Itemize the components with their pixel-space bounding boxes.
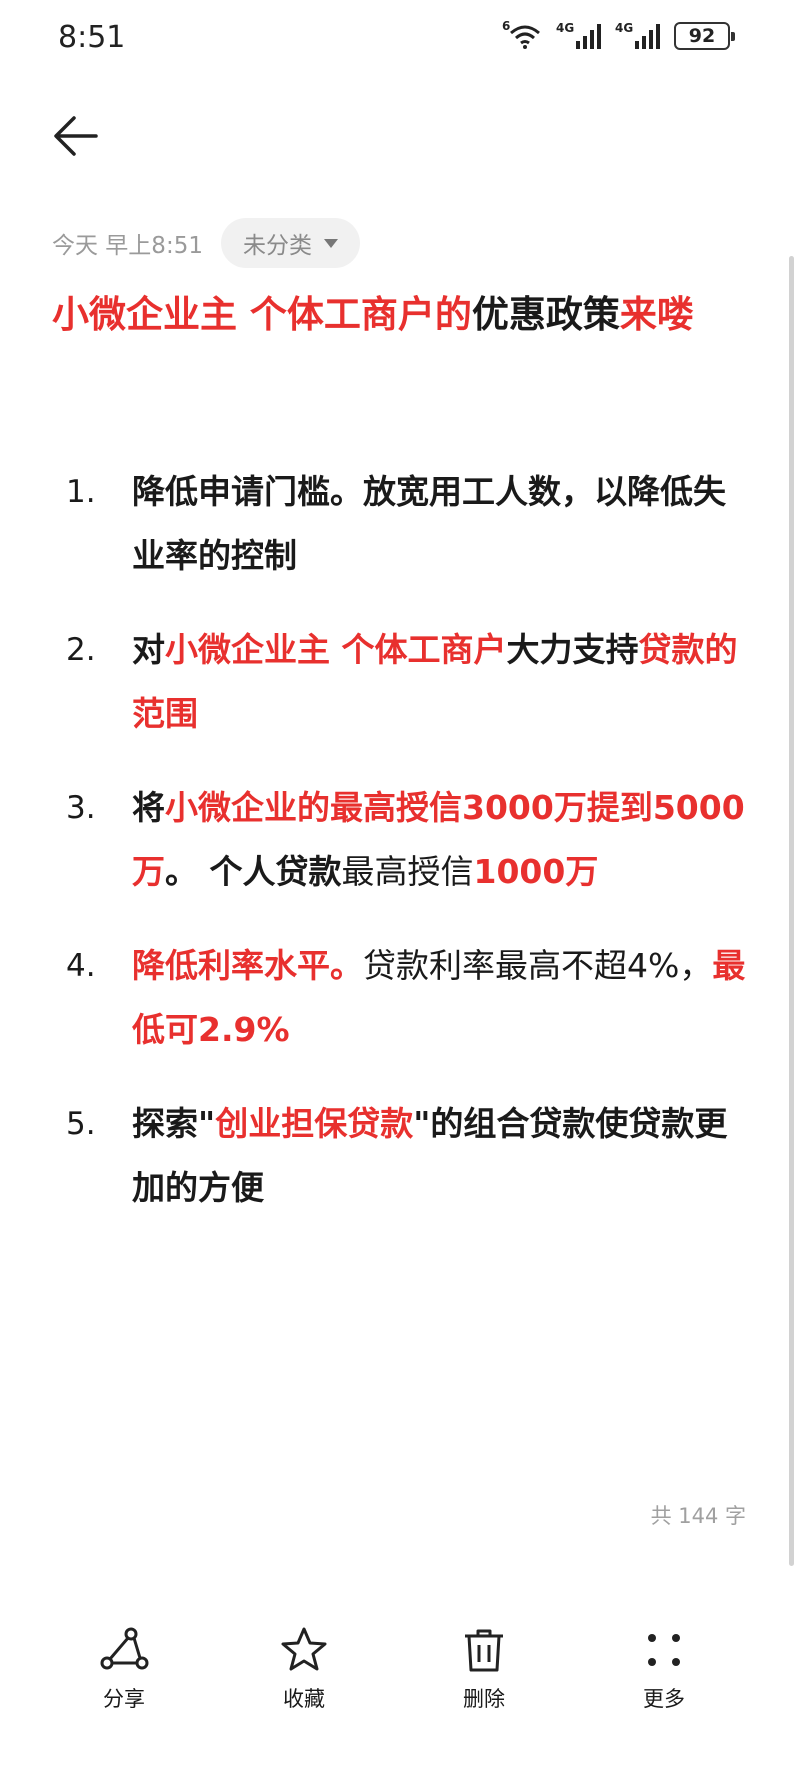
favorite-button[interactable]: 收藏 — [214, 1625, 394, 1745]
list-item-3: 3. 将小微企业的最高授信3000万提到5000万。 个人贷款最高授信1000万 — [66, 776, 756, 904]
item-segment-red: 1000万 — [473, 852, 599, 891]
list-item-text: 降低申请门槛。放宽用工人数，以降低失业率的控制 — [132, 460, 752, 588]
status-bar: 8:51 6 4G 4G 92 — [0, 0, 800, 80]
battery-icon: 92 — [674, 22, 735, 50]
word-count: 共 144 字 — [650, 1504, 746, 1528]
title-red-end: 来喽 — [619, 293, 694, 336]
cell-signal-2-icon: 4G — [615, 21, 660, 49]
category-label: 未分类 — [242, 233, 312, 259]
delete-button[interactable]: 删除 — [394, 1625, 574, 1745]
more-label: 更多 — [643, 1687, 685, 1711]
scrollbar[interactable] — [789, 256, 794, 1566]
item-segment: 大力支持 — [506, 630, 639, 669]
list-item-text: 降低利率水平。贷款利率最高不超4%，最低可2.9% — [132, 934, 752, 1062]
status-time: 8:51 — [58, 20, 126, 55]
caret-down-icon — [323, 238, 338, 248]
list-item-4: 4. 降低利率水平。贷款利率最高不超4%，最低可2.9% — [66, 934, 756, 1062]
list-number: 4. — [66, 948, 96, 984]
delete-label: 删除 — [463, 1687, 505, 1711]
cell-signal-2-label: 4G — [615, 21, 634, 35]
list-item-text: 探索"创业担保贷款"的组合贷款使贷款更加的方便 — [132, 1092, 752, 1220]
bottom-toolbar: 分享 收藏 删除 更多 — [0, 1625, 800, 1745]
share-icon — [100, 1627, 149, 1670]
status-icons: 6 4G 4G 92 — [502, 19, 735, 50]
note-meta: 今天 早上8:51 未分类 — [52, 218, 360, 268]
list-item-text: 将小微企业的最高授信3000万提到5000万。 个人贷款最高授信1000万 — [132, 776, 752, 904]
item-segment-red: 降低利率水平。 — [132, 946, 363, 985]
title-dark-part: 优惠政策 — [471, 293, 620, 336]
note-title[interactable]: 小微企业主 个体工商户的优惠政策来喽 — [52, 290, 752, 340]
item-segment: 探索" — [132, 1104, 216, 1143]
list-number: 5. — [66, 1106, 96, 1142]
star-icon — [281, 1627, 327, 1671]
more-dots-icon — [648, 1634, 680, 1666]
list-item-2: 2. 对小微企业主 个体工商户大力支持贷款的范围 — [66, 618, 756, 746]
wifi-icon: 6 — [502, 19, 542, 49]
category-dropdown[interactable]: 未分类 — [220, 218, 360, 268]
back-button[interactable] — [52, 112, 100, 160]
note-date: 今天 早上8:51 — [52, 233, 203, 259]
share-label: 分享 — [103, 1687, 145, 1711]
share-button[interactable]: 分享 — [34, 1625, 214, 1745]
list-item-5: 5. 探索"创业担保贷款"的组合贷款使贷款更加的方便 — [66, 1092, 756, 1220]
item-segment-red: 小微企业主 个体工商户 — [165, 630, 507, 669]
list-item-text: 对小微企业主 个体工商户大力支持贷款的范围 — [132, 618, 752, 746]
item-segment-normal: 贷款利率最高不超4%， — [363, 946, 713, 985]
list-number: 3. — [66, 790, 96, 826]
item-segment: 降低申请门槛。放宽用工人数，以降低失业率的控制 — [132, 472, 726, 575]
wifi-label: 6 — [502, 19, 511, 33]
item-segment: 。 个人贷款 — [165, 852, 342, 891]
item-segment: 将 — [132, 788, 165, 827]
list-item-1: 1. 降低申请门槛。放宽用工人数，以降低失业率的控制 — [66, 460, 756, 588]
cell-signal-1-label: 4G — [556, 21, 575, 35]
list-number: 2. — [66, 632, 96, 668]
arrow-left-icon — [54, 116, 98, 156]
item-segment-normal: 最高授信 — [341, 852, 474, 891]
list-number: 1. — [66, 474, 96, 510]
more-button[interactable]: 更多 — [574, 1625, 754, 1745]
title-red-part: 小微企业主 个体工商户的 — [52, 293, 472, 336]
cell-signal-1-icon: 4G — [556, 21, 601, 49]
item-segment: 对 — [132, 630, 165, 669]
trash-icon — [465, 1629, 503, 1672]
note-detail-screen: 8:51 6 4G 4G 92 今天 早上8:51 未分类 小微企业主 个体工商… — [0, 0, 800, 1770]
item-segment-red: 创业担保贷款 — [215, 1104, 414, 1143]
battery-level: 92 — [688, 25, 716, 47]
favorite-label: 收藏 — [283, 1687, 325, 1711]
